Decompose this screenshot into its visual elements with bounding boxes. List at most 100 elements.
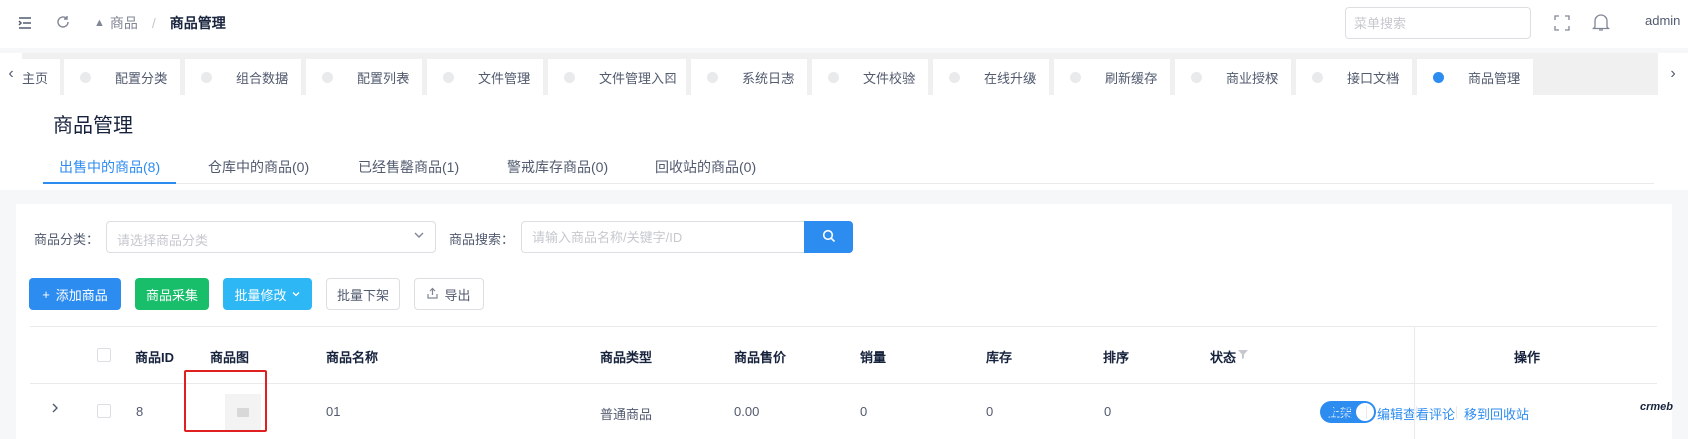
shop-icon: ▲ (94, 17, 105, 29)
search-button[interactable] (804, 221, 853, 253)
action-divider (1366, 406, 1367, 419)
edit-link[interactable]: 编辑 (1377, 404, 1403, 423)
search-label: 商品搜索： (449, 232, 515, 247)
column-header: 状态 (1210, 350, 1237, 365)
chevron-down-icon (413, 229, 425, 244)
collect-goods-button[interactable]: 商品采集 (135, 278, 209, 310)
tab-on-sale[interactable]: 出售中的商品(8) (59, 157, 160, 177)
goods-search-input[interactable] (521, 221, 804, 253)
tag-dot-icon (1070, 71, 1081, 83)
tab-recycle-bin[interactable]: 回收站的商品(0) (655, 157, 756, 177)
goods-id: 8 (136, 404, 144, 419)
breadcrumb-item-current: 商品管理 (169, 15, 226, 31)
close-icon[interactable]: × (1392, 69, 1400, 85)
close-icon[interactable]: × (1150, 69, 1158, 85)
column-header: 排序 (1103, 350, 1130, 365)
close-icon[interactable]: × (1271, 69, 1279, 85)
export-button[interactable]: 导出 (414, 278, 484, 310)
tag-item[interactable]: 主页 (22, 59, 60, 95)
close-icon[interactable]: × (1029, 69, 1037, 85)
category-select[interactable]: 请选择商品分类 (106, 221, 436, 253)
chevron-down-icon (291, 287, 301, 302)
goods-price: 0.00 (734, 404, 760, 419)
bell-icon[interactable] (1591, 12, 1611, 31)
category-select-placeholder: 请选择商品分类 (117, 233, 209, 248)
close-icon[interactable]: × (666, 69, 674, 85)
tag-item[interactable]: 文件校验 × (812, 59, 928, 95)
tags-list: 主页 配置分类 × 组合数据 × 配置列表 × 文件管理 × 文件管理入口 × (22, 59, 1658, 95)
close-icon[interactable]: × (402, 69, 410, 85)
tag-item[interactable]: 在线升级 × (933, 59, 1049, 95)
tag-dot-icon (1191, 71, 1202, 83)
batch-off-shelf-button[interactable]: 批量下架 (326, 278, 400, 310)
tag-dot-icon (564, 71, 575, 83)
user-name[interactable]: admin (1645, 13, 1680, 28)
fixed-column-divider (1414, 327, 1415, 439)
tags-bar: ‹ 主页 配置分类 × 组合数据 × 配置列表 × 文件管理 × 文件管理入口 … (0, 53, 1688, 95)
column-header: 库存 (986, 350, 1013, 365)
active-tab-indicator (43, 182, 176, 184)
view-comments-link[interactable]: 查看评论 (1403, 404, 1455, 423)
tag-dot-icon (443, 71, 454, 83)
plus-icon: + (42, 286, 50, 302)
category-label: 商品分类： (34, 232, 100, 247)
close-icon[interactable]: × (908, 69, 916, 85)
batch-off-shelf-label: 批量下架 (336, 287, 389, 303)
tag-item[interactable]: 系统日志 × (691, 59, 807, 95)
refresh-icon[interactable] (54, 14, 72, 32)
fullscreen-icon[interactable] (1553, 15, 1571, 33)
breadcrumb-item-goods[interactable]: 商品 (110, 13, 138, 33)
tag-dot-icon (707, 71, 718, 83)
tag-item[interactable]: 刷新缓存 × (1054, 59, 1170, 95)
add-goods-label: 添加商品 (55, 287, 108, 303)
column-header: 商品图 (210, 350, 250, 365)
goods-status-tabs: 出售中的商品(8) 仓库中的商品(0) 已经售罄商品(1) 警戒库存商品(0) … (43, 147, 1654, 184)
goods-sort: 0 (1104, 404, 1112, 419)
tag-dot-icon (201, 71, 212, 83)
tag-item[interactable]: 文件管理 × (427, 59, 543, 95)
menu-fold-icon[interactable] (16, 14, 34, 32)
goods-name: 01 (326, 404, 341, 419)
column-header: 商品名称 (326, 350, 379, 365)
goods-type: 普通商品 (600, 407, 653, 422)
row-checkbox[interactable] (97, 404, 111, 418)
brand-logo: crmeb (1640, 401, 1674, 413)
tag-item[interactable]: 商业授权 × (1175, 59, 1291, 95)
close-icon[interactable]: × (787, 69, 795, 85)
menu-search-input[interactable] (1345, 7, 1531, 39)
tab-low-stock[interactable]: 警戒库存商品(0) (507, 157, 608, 177)
close-icon[interactable]: × (1513, 69, 1521, 85)
table-header: 商品ID 商品图 商品名称 商品类型 商品售价 销量 库存 排序 状态 操作 (30, 327, 1657, 384)
tag-item[interactable]: 接口文档 × (1296, 59, 1412, 95)
select-all-checkbox[interactable] (97, 348, 111, 362)
tags-scroll-right-icon[interactable]: › (1658, 53, 1688, 95)
search-icon (822, 229, 836, 246)
tag-item[interactable]: 配置分类 × (64, 59, 180, 95)
batch-edit-button[interactable]: 批量修改 (223, 278, 312, 310)
filter-icon[interactable] (1238, 347, 1248, 362)
image-highlight-box (184, 370, 267, 432)
move-to-recycle-link[interactable]: 移到回收站 (1464, 404, 1529, 423)
tag-item[interactable]: 配置列表 × (306, 59, 422, 95)
expand-row-icon[interactable] (50, 402, 60, 417)
toggle-knob (1356, 403, 1374, 421)
tab-sold-out[interactable]: 已经售罄商品(1) (358, 157, 459, 177)
view-link[interactable]: 查看 (1327, 404, 1353, 423)
tag-item-active[interactable]: 商品管理 × (1417, 59, 1533, 95)
tag-item[interactable]: 文件管理入口 × (548, 59, 686, 95)
tags-scroll-left-icon[interactable]: ‹ (0, 53, 22, 95)
tab-in-warehouse[interactable]: 仓库中的商品(0) (208, 157, 309, 177)
close-icon[interactable]: × (281, 69, 289, 85)
tag-dot-icon (322, 71, 333, 83)
column-header: 销量 (860, 350, 887, 365)
goods-table: 商品ID 商品图 商品名称 商品类型 商品售价 销量 库存 排序 状态 操作 8… (30, 326, 1657, 439)
tag-label: 主页 (22, 70, 49, 86)
breadcrumb-separator: / (151, 15, 156, 31)
add-goods-button[interactable]: + 添加商品 (29, 278, 121, 310)
tag-item[interactable]: 组合数据 × (185, 59, 301, 95)
column-header: 操作 (1514, 350, 1541, 365)
close-icon[interactable]: × (160, 69, 168, 85)
upload-icon (427, 287, 439, 302)
close-icon[interactable]: × (523, 69, 531, 85)
column-header: 商品ID (135, 350, 175, 365)
